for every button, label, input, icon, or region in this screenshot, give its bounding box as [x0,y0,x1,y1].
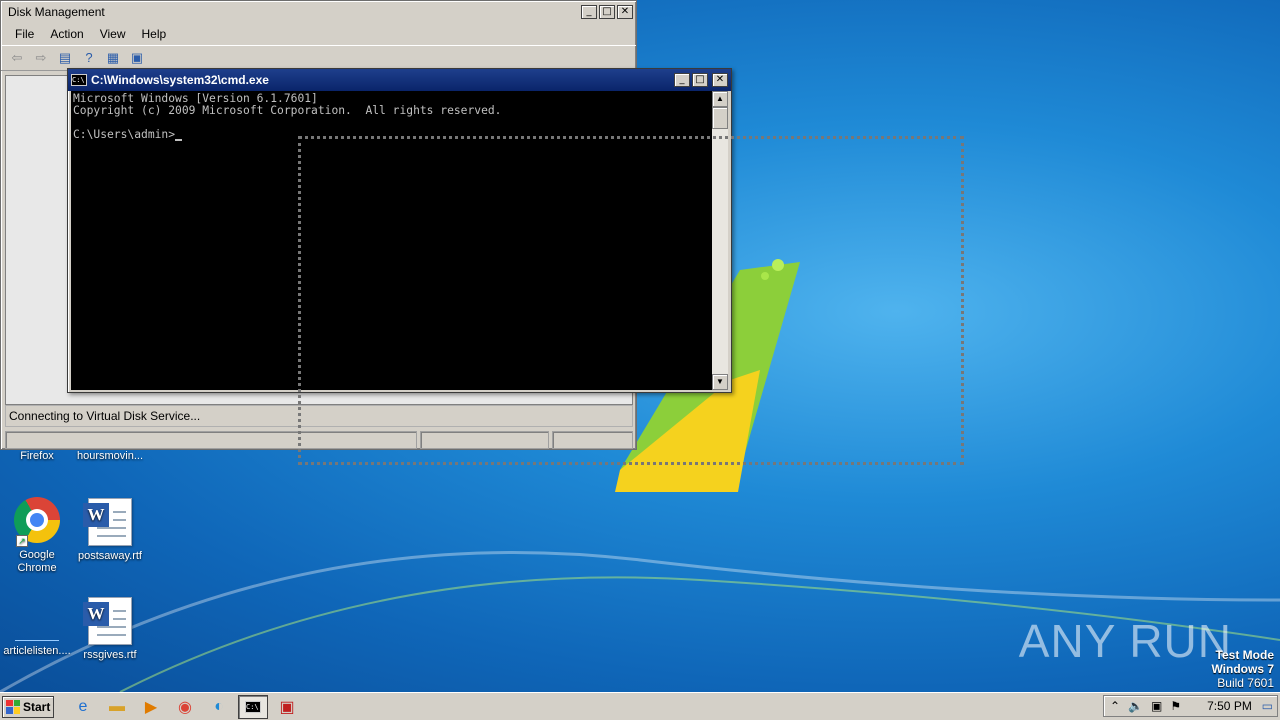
maximize-button[interactable]: □ [599,5,615,19]
cmd-titlebar[interactable]: C:\ C:\Windows\system32\cmd.exe _ □ ✕ [68,69,731,91]
desktop-icon-hoursmovin[interactable]: hoursmovin... [73,450,147,463]
word-document-icon: W [83,597,132,645]
menu-bar: File Action View Help [1,23,636,45]
network-icon[interactable]: ▣ [1151,699,1162,713]
scroll-down-icon[interactable]: ▼ [712,374,728,390]
volume-icon[interactable]: 🔈 [1128,699,1143,713]
status-segment [552,431,633,449]
taskbar: Start e ▬ ▶ ◉ ◐ C:\ ▣ ⌃ 🔈 ▣ ⚑ 7:50 PM ▭ [0,692,1280,720]
window-drag-fill [300,139,712,389]
close-button[interactable]: ✕ [617,5,633,19]
settings-icon[interactable]: ▣ [127,49,147,67]
action-center-flag-icon[interactable]: ⚑ [1170,699,1181,713]
menu-action[interactable]: Action [42,27,91,41]
start-button[interactable]: Start [2,695,54,718]
status-segment [5,431,417,449]
show-desktop-icon[interactable]: ▭ [1262,699,1273,713]
desktop-icon-google-chrome[interactable]: ↗ Google Chrome [0,497,74,575]
console-tree-icon[interactable]: ▤ [55,49,75,67]
anyrun-watermark: ANY RUN [1018,615,1232,667]
windows-logo-icon [6,699,20,714]
minimize-button[interactable]: _ [581,5,597,19]
word-document-icon: W [83,498,132,546]
media-player-icon[interactable]: ▶ [136,695,166,719]
cmd-taskbar-icon[interactable]: C:\ [238,694,268,719]
file-explorer-icon[interactable]: ▬ [102,695,132,719]
maximize-button[interactable]: □ [692,73,708,87]
scroll-thumb[interactable] [712,107,728,129]
menu-help[interactable]: Help [134,27,175,41]
back-icon[interactable]: ⇦ [7,49,27,67]
help-icon[interactable]: ? [79,49,99,67]
test-mode-notice: Test Mode Windows 7 Build 7601 [1211,648,1274,690]
chrome-icon[interactable]: ◉ [170,695,200,719]
text-cursor [175,131,183,141]
cmd-title: C:\Windows\system32\cmd.exe [91,73,269,87]
internet-explorer-icon[interactable]: e [68,695,98,719]
vertical-scrollbar[interactable]: ▲ ▼ [712,91,728,390]
desktop-icon-firefox[interactable]: Firefox [0,450,74,463]
properties-icon[interactable]: ▦ [103,49,123,67]
desktop-icon-articlelisten[interactable]: articlelisten.... [0,597,74,658]
file-icon [15,597,59,641]
desktop-icon-postsaway[interactable]: W postsaway.rtf [73,498,147,563]
status-panel [5,405,633,427]
console-line: Copyright (c) 2009 Microsoft Corporation… [73,104,502,117]
system-tray: ⌃ 🔈 ▣ ⚑ 7:50 PM ▭ [1103,695,1278,717]
minimize-button[interactable]: _ [674,73,690,87]
chrome-icon: ↗ [14,497,60,547]
disk-management-taskbar-icon[interactable]: ▣ [272,695,302,719]
console-prompt: C:\Users\admin> [73,128,176,141]
edge-icon[interactable]: ◐ [204,695,234,719]
clock[interactable]: 7:50 PM [1207,699,1252,713]
show-hidden-icons-icon[interactable]: ⌃ [1110,699,1120,713]
status-segment [420,431,549,449]
forward-icon[interactable]: ⇨ [31,49,51,67]
scroll-up-icon[interactable]: ▲ [712,91,728,107]
cmd-icon: C:\ [71,74,87,86]
close-button[interactable]: ✕ [712,73,728,87]
window-title: Disk Management [8,5,105,19]
menu-file[interactable]: File [7,27,42,41]
menu-view[interactable]: View [92,27,134,41]
desktop-icon-rssgives[interactable]: W rssgives.rtf [73,597,147,662]
shortcut-arrow-icon: ↗ [16,535,28,547]
disk-management-titlebar[interactable]: Disk Management _ □ ✕ [1,1,636,23]
